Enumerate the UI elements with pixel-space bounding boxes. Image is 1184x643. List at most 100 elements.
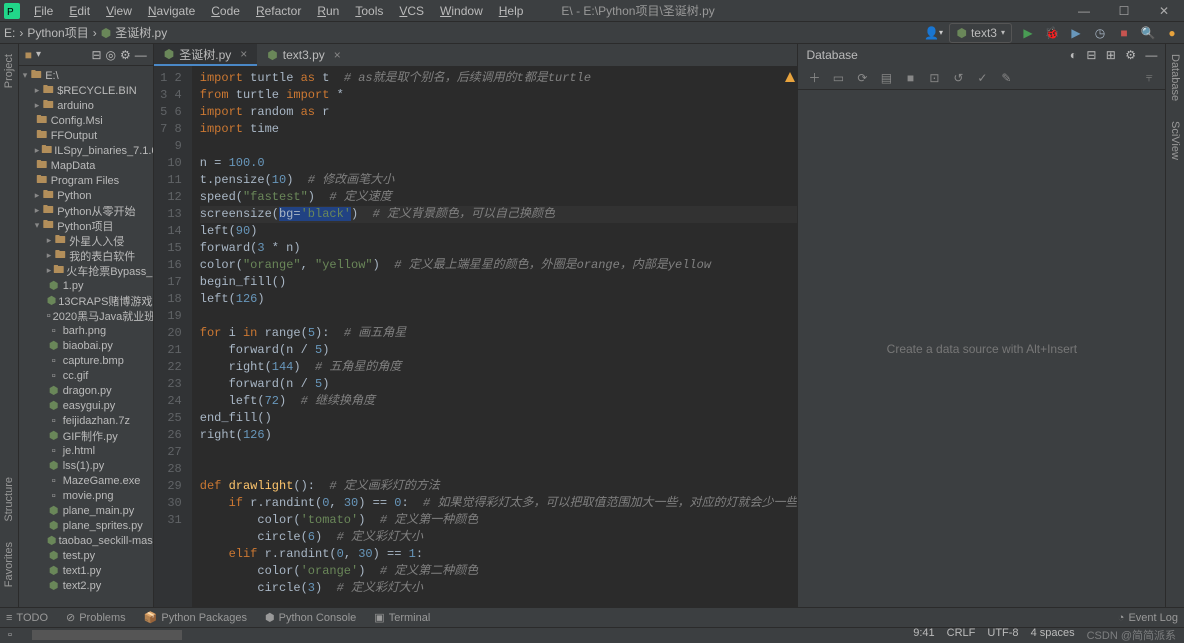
tree-item[interactable]: ⬢GIF制作.py [19, 428, 153, 443]
collapse-icon[interactable]: ⊟ [1086, 48, 1096, 62]
tree-item[interactable]: ▫movie.png [19, 488, 153, 503]
tree-item[interactable]: ⬢easygui.py [19, 398, 153, 413]
editor-body[interactable]: 1 2 3 4 5 6 7 8 9 10 11 12 13 14 15 16 1… [154, 66, 798, 607]
tree-item[interactable]: 🖿Python [19, 188, 153, 203]
crumb-root[interactable]: E: [4, 26, 15, 40]
collapse-icon[interactable]: ⊟ [91, 48, 101, 62]
event-log-button[interactable]: ◔ Event Log [1118, 612, 1178, 624]
tree-item[interactable]: ⬢1.py [19, 278, 153, 293]
run-button[interactable]: ▶ [1020, 25, 1036, 41]
maximize-button[interactable]: ☐ [1104, 0, 1144, 22]
profile-button[interactable]: ◷ [1092, 25, 1108, 41]
close-button[interactable]: ✕ [1144, 0, 1184, 22]
tree-item[interactable]: 🖿我的表白软件 [19, 248, 153, 263]
tree-item[interactable]: 🖿Program Files [19, 173, 153, 188]
python-packages-button[interactable]: 📦 Python Packages [144, 611, 247, 624]
menu-edit[interactable]: Edit [61, 1, 98, 21]
tree-item[interactable]: ⬢lss(1).py [19, 458, 153, 473]
close-tab-icon[interactable]: × [334, 48, 341, 62]
tree-item[interactable]: ▫cc.gif [19, 368, 153, 383]
problems-button[interactable]: ⊘ Problems [66, 611, 126, 624]
tx-icon[interactable]: ⊡ [926, 70, 942, 86]
caret-position[interactable]: 9:41 [913, 627, 934, 643]
menu-file[interactable]: File [26, 1, 61, 21]
sciview-tool-button[interactable]: SciView [1169, 121, 1181, 160]
menu-tools[interactable]: Tools [347, 1, 391, 21]
user-icon[interactable]: 👤▾ [925, 25, 941, 41]
python-console-button[interactable]: ⬢ Python Console [265, 611, 356, 624]
circle-target-icon[interactable]: ◎ [106, 48, 116, 62]
terminal-button[interactable]: ▣ Terminal [374, 611, 430, 624]
tree-item[interactable]: ⬢test.py [19, 548, 153, 563]
hide-icon[interactable]: — [135, 48, 147, 62]
menu-view[interactable]: View [98, 1, 140, 21]
coverage-button[interactable]: ▶ [1068, 25, 1084, 41]
menu-help[interactable]: Help [491, 1, 532, 21]
console-icon[interactable]: ▤ [878, 70, 894, 86]
tree-item[interactable]: 🖿火车抢票Bypass_1.1 [19, 263, 153, 278]
crumb-folder[interactable]: Python项目 [27, 24, 88, 41]
gear-icon[interactable]: ⚙ [1125, 48, 1136, 62]
tree-item[interactable]: ⬢13CRAPS赌博游戏2. [19, 293, 153, 308]
tree-item[interactable]: ▫MazeGame.exe [19, 473, 153, 488]
favorites-tool-button[interactable]: Favorites [3, 542, 15, 587]
code-content[interactable]: import turtle as t # as就是取个别名，后续调用的t都是tu… [192, 66, 798, 607]
circle-icon[interactable]: ● [1164, 25, 1180, 41]
run-config-selector[interactable]: ⬢ text3 ▾ [949, 23, 1012, 43]
editor-tab[interactable]: ⬢text3.py× [257, 44, 351, 66]
tree-item[interactable]: ⬢plane_sprites.py [19, 518, 153, 533]
tree-item[interactable]: ▫barh.png [19, 323, 153, 338]
tree-item[interactable]: 🖿Python项目 [19, 218, 153, 233]
encoding[interactable]: UTF-8 [987, 627, 1018, 643]
tree-item[interactable]: 🖿FFOutput [19, 128, 153, 143]
tool-windows-icon[interactable]: ▫ [8, 629, 12, 641]
tree-item[interactable]: 🖿$RECYCLE.BIN [19, 83, 153, 98]
chevron-down-icon[interactable]: ▾ [36, 49, 41, 60]
tree-item[interactable]: ⬢text2.py [19, 578, 153, 593]
menu-navigate[interactable]: Navigate [140, 1, 203, 21]
tree-item[interactable]: ⬢biaobai.py [19, 338, 153, 353]
tree-item[interactable]: ⬢taobao_seckill-mas [19, 533, 153, 548]
commit-icon[interactable]: ✓ [974, 70, 990, 86]
stop-button[interactable]: ■ [1116, 25, 1132, 41]
indent[interactable]: 4 spaces [1031, 627, 1075, 643]
rollback-icon[interactable]: ↺ [950, 70, 966, 86]
todo-button[interactable]: ≡ TODO [6, 612, 48, 624]
structure-tool-button[interactable]: Structure [3, 477, 15, 522]
project-tree[interactable]: 🖿E:\🖿$RECYCLE.BIN🖿arduino🖿Config.Msi🖿FFO… [19, 66, 153, 607]
dial-icon[interactable]: ◐ [1070, 48, 1077, 62]
crumb-file[interactable]: 圣诞树.py [115, 24, 167, 41]
tree-item[interactable]: ▫je.html [19, 443, 153, 458]
tree-item[interactable]: ⬢text1.py [19, 563, 153, 578]
line-separator[interactable]: CRLF [947, 627, 976, 643]
nav-icon[interactable]: ⊞ [1106, 48, 1116, 62]
tree-item[interactable]: ▫capture.bmp [19, 353, 153, 368]
menu-vcs[interactable]: VCS [391, 1, 432, 21]
tree-item[interactable]: ▫feijidazhan.7z [19, 413, 153, 428]
project-tool-button[interactable]: Project [3, 54, 15, 88]
menu-code[interactable]: Code [203, 1, 248, 21]
database-body[interactable]: Create a data source with Alt+Insert [798, 90, 1165, 607]
stop-icon[interactable]: ■ [902, 70, 918, 86]
edit-icon[interactable]: ✎ [998, 70, 1014, 86]
tree-item[interactable]: ⬢plane_main.py [19, 503, 153, 518]
refresh-icon[interactable]: ⟳ [854, 70, 870, 86]
menu-run[interactable]: Run [309, 1, 347, 21]
menu-window[interactable]: Window [432, 1, 491, 21]
search-everywhere-icon[interactable]: 🔍 [1140, 25, 1156, 41]
close-tab-icon[interactable]: × [240, 47, 247, 61]
debug-button[interactable]: 🐞 [1044, 25, 1060, 41]
minimize-button[interactable]: — [1064, 0, 1104, 22]
gear-icon[interactable]: ⚙ [120, 48, 131, 62]
add-icon[interactable]: ＋ [806, 70, 822, 86]
editor-tab[interactable]: ⬢圣诞树.py× [154, 44, 258, 66]
filter-icon[interactable]: ⫧ [1141, 70, 1157, 86]
menu-refactor[interactable]: Refactor [248, 1, 309, 21]
database-tool-button[interactable]: Database [1169, 54, 1181, 101]
tree-item[interactable]: 🖿Python从零开始 [19, 203, 153, 218]
tree-item[interactable]: ⬢dragon.py [19, 383, 153, 398]
tree-item[interactable]: ▫2020黑马Java就业班 [19, 308, 153, 323]
hide-icon[interactable]: — [1145, 48, 1157, 62]
tree-item[interactable]: 🖿外星人入侵 [19, 233, 153, 248]
doc-icon[interactable]: ▭ [830, 70, 846, 86]
